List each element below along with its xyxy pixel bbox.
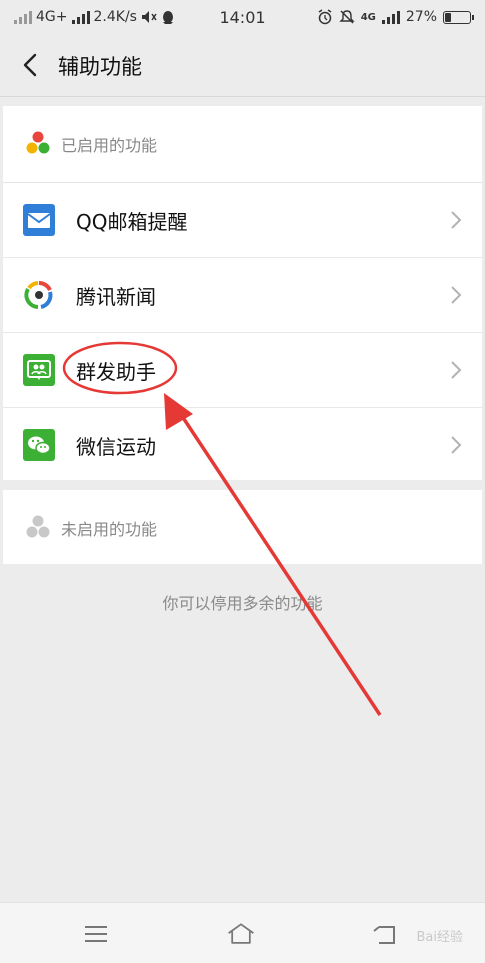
- page-title: 辅助功能: [58, 55, 142, 79]
- system-nav-bar: Bai经验: [0, 902, 485, 963]
- back-nav-icon[interactable]: [370, 919, 400, 949]
- wechat-sport-icon: [23, 429, 55, 461]
- colored-dots-icon: [26, 131, 50, 154]
- status-right: 4G 27%: [317, 9, 474, 25]
- watermark: Bai经验: [416, 930, 464, 945]
- disabled-section-header: 未启用的功能: [3, 490, 482, 564]
- chevron-right-icon: [451, 286, 462, 304]
- network-type-right: 4G: [360, 11, 376, 23]
- battery-icon: [443, 10, 474, 24]
- feature-row-group-message[interactable]: 群发助手: [3, 333, 482, 408]
- mail-icon: [23, 204, 55, 236]
- back-arrow-icon[interactable]: [16, 50, 46, 80]
- app-header: 辅助功能: [0, 34, 485, 97]
- disabled-section-label: 未启用的功能: [61, 520, 158, 539]
- tencent-news-icon: [24, 280, 53, 309]
- menu-icon[interactable]: [81, 919, 111, 949]
- chevron-right-icon: [451, 436, 462, 454]
- notifications-off-icon: [339, 10, 355, 24]
- enabled-section-header: 已启用的功能: [3, 106, 482, 183]
- feature-row-qq-mail[interactable]: QQ邮箱提醒: [3, 183, 482, 258]
- disabled-features-section: 未启用的功能: [3, 490, 482, 564]
- home-icon[interactable]: [226, 919, 256, 949]
- feature-row-wechat-sport[interactable]: 微信运动: [3, 408, 482, 482]
- grey-dots-icon: [26, 515, 50, 538]
- feature-label: QQ邮箱提醒: [76, 210, 188, 234]
- feature-label: 微信运动: [76, 435, 156, 459]
- enabled-section-label: 已启用的功能: [61, 136, 158, 155]
- group-message-icon: [23, 354, 55, 386]
- battery-percent: 27%: [405, 9, 437, 25]
- status-bar: 4G+ 2.4K/s 14:01 4G 27%: [0, 0, 485, 34]
- feature-row-tencent-news[interactable]: 腾讯新闻: [3, 258, 482, 333]
- hint-text: 你可以停用多余的功能: [162, 594, 323, 613]
- alarm-icon: [318, 9, 332, 25]
- enabled-features-section: 已启用的功能 QQ邮箱提醒 腾讯新闻 群发助手 微信运动: [3, 106, 482, 480]
- signal-icon-3: [381, 10, 400, 24]
- chevron-right-icon: [451, 211, 462, 229]
- chevron-right-icon: [451, 361, 462, 379]
- feature-label: 腾讯新闻: [76, 285, 156, 309]
- feature-label: 群发助手: [76, 360, 156, 384]
